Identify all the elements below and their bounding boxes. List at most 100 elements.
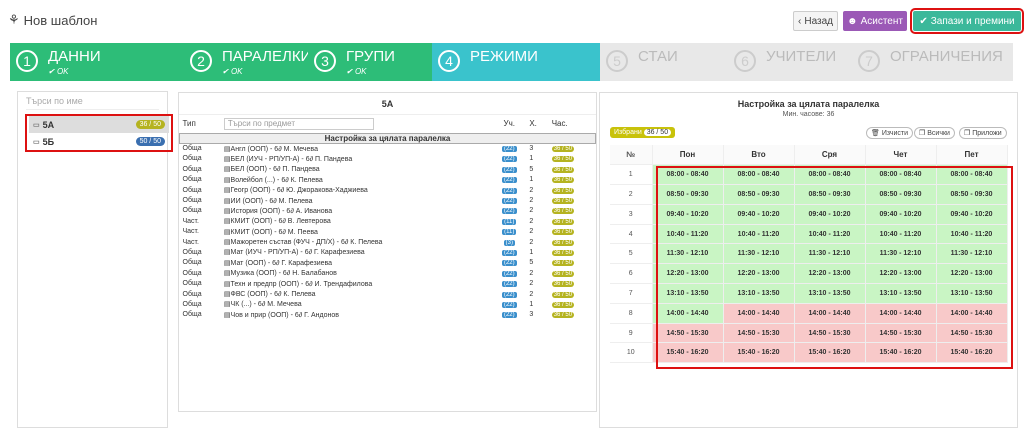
- time-slot-cell[interactable]: 08:00 - 08:40: [652, 164, 724, 186]
- time-slot-cell[interactable]: 10:40 - 11:20: [723, 224, 795, 245]
- subject-row[interactable]: Обща ▤Чов и прир (ООП) - 6∂ Г. Андонов (…: [180, 310, 596, 320]
- step-data[interactable]: 1 ДАННИ ✔ OK: [10, 43, 184, 81]
- apply-button[interactable]: ❐ Приложи: [959, 127, 1007, 139]
- time-slot-cell[interactable]: 14:50 - 15:30: [936, 323, 1008, 344]
- time-slot-cell[interactable]: 14:00 - 14:40: [865, 303, 937, 324]
- time-slot-cell[interactable]: 11:30 - 12:10: [723, 243, 795, 265]
- time-slot-row: 9 14:50 - 15:30 14:50 - 15:30 14:50 - 15:30…: [610, 323, 1008, 344]
- subject-row[interactable]: Обща ▤БЕЛ (ООП) - 6∂ П. Пандева (22) 5 3…: [180, 164, 596, 174]
- time-slot-cell[interactable]: 14:50 - 15:30: [865, 323, 937, 344]
- subject-row[interactable]: Обща ▤История (ООП) - 6∂ А. Иванова (22)…: [180, 206, 596, 216]
- subject-row[interactable]: Обща ▤Мат (ООП) - 6∂ Г. Карафезиева (22)…: [180, 258, 596, 268]
- step-constraints[interactable]: 7 ОГРАНИЧЕНИЯ: [852, 43, 1013, 81]
- favorites-badge[interactable]: Избрани 36 / 50: [610, 127, 676, 138]
- time-slot-cell[interactable]: 13:10 - 13:50: [723, 283, 795, 304]
- subject-row[interactable]: Обща ▤Англ (ООП) - 6∂ М. Мечева (22) 3 3…: [180, 143, 596, 153]
- time-slot-cell[interactable]: 08:00 - 08:40: [794, 164, 866, 186]
- time-slot-cell[interactable]: 14:50 - 15:30: [652, 323, 724, 344]
- all-button[interactable]: ❐ Всички: [914, 127, 955, 139]
- time-slot-cell[interactable]: 15:40 - 16:20: [936, 342, 1008, 364]
- time-slot-cell[interactable]: 08:50 - 09:30: [865, 184, 937, 205]
- subject-row[interactable]: Част. ▤КМИТ (ООП) - 6∂ М. Пеева (11) 2 3…: [180, 227, 596, 237]
- time-slot-cell[interactable]: 11:30 - 12:10: [652, 243, 724, 265]
- time-slot-cell[interactable]: 11:30 - 12:10: [794, 243, 866, 265]
- time-slot-cell[interactable]: 08:00 - 08:40: [865, 164, 937, 186]
- time-slot-cell[interactable]: 12:20 - 13:00: [794, 263, 866, 285]
- time-slot-cell[interactable]: 13:10 - 13:50: [652, 283, 724, 304]
- subject-row[interactable]: Част. ▤КМИТ (ООП) - 6∂ В. Левтерова (11)…: [180, 216, 596, 226]
- time-slot-cell[interactable]: 12:20 - 13:00: [652, 263, 724, 285]
- subject-row[interactable]: Обща ▤Геогр (ООП) - 6∂ Ю. Джоракова-Хадж…: [180, 185, 596, 195]
- book-icon: ▤: [223, 187, 231, 195]
- time-slot-cell[interactable]: 12:20 - 13:00: [936, 263, 1008, 285]
- subject-row[interactable]: Обща ▤БЕЛ (ИУЧ - РП/УП-А) - 6∂ П. Пандев…: [180, 154, 596, 164]
- time-slot-cell[interactable]: 14:50 - 15:30: [794, 323, 866, 344]
- students-badge: (22): [501, 281, 517, 288]
- time-slot-cell[interactable]: 14:00 - 14:40: [794, 303, 866, 324]
- subject-row[interactable]: Обща ▤Техн и предпр (ООП) - 6∂ И. Тренда…: [180, 278, 596, 288]
- time-slot-cell[interactable]: 09:40 - 10:20: [652, 204, 724, 225]
- back-button[interactable]: ‹ Назад: [793, 11, 838, 31]
- day-header: Пон: [652, 145, 724, 166]
- time-slot-cell[interactable]: 13:10 - 13:50: [865, 283, 937, 304]
- subject-row[interactable]: Обща ▤ЧК (...) - 6∂ М. Мечева (22) 1 36 …: [180, 299, 596, 309]
- hours-badge: 36 / 50: [551, 146, 575, 153]
- step-groups[interactable]: 3 ГРУПИ ✔ OK: [308, 43, 432, 81]
- subject-row[interactable]: Обща ▤ИИ (ООП) - 6∂ М. Пелева (22) 2 36 …: [180, 195, 596, 205]
- time-slot-cell[interactable]: 13:10 - 13:50: [936, 283, 1008, 304]
- book-icon: ▤: [223, 228, 231, 236]
- time-slot-row: 7 13:10 - 13:50 13:10 - 13:50 13:10 - 13:50…: [610, 283, 1008, 304]
- time-slot-cell[interactable]: 10:40 - 11:20: [794, 224, 866, 245]
- time-slot-cell[interactable]: 09:40 - 10:20: [794, 204, 866, 225]
- time-slot-cell[interactable]: 08:50 - 09:30: [723, 184, 795, 205]
- time-slot-cell[interactable]: 15:40 - 16:20: [652, 342, 724, 364]
- subject-row[interactable]: Обща ▤Волейбол (...) - 6∂ К. Пелева (22)…: [180, 175, 596, 185]
- time-slot-cell[interactable]: 14:00 - 14:40: [936, 303, 1008, 324]
- time-slot-cell[interactable]: 08:50 - 09:30: [936, 184, 1008, 205]
- time-slot-cell[interactable]: 08:50 - 09:30: [794, 184, 866, 205]
- time-slot-cell[interactable]: 12:20 - 13:00: [723, 263, 795, 285]
- subject-row[interactable]: Обща ▤Музика (ООП) - 6∂ Н. Балабанов (22…: [180, 268, 596, 278]
- time-slot-cell[interactable]: 14:50 - 15:30: [723, 323, 795, 344]
- subject-search-input[interactable]: Търси по предмет: [223, 117, 374, 130]
- time-slot-cell[interactable]: 09:40 - 10:20: [865, 204, 937, 225]
- time-slot-cell[interactable]: 08:00 - 08:40: [723, 164, 795, 186]
- time-slot-cell[interactable]: 13:10 - 13:50: [794, 283, 866, 304]
- page-title: ⚘ Нов шаблон: [8, 12, 98, 28]
- students-badge: (22): [501, 146, 517, 153]
- time-slot-cell[interactable]: 09:40 - 10:20: [936, 204, 1008, 225]
- time-slot-cell[interactable]: 10:40 - 11:20: [936, 224, 1008, 245]
- time-slot-cell[interactable]: 09:40 - 10:20: [723, 204, 795, 225]
- time-slot-cell[interactable]: 10:40 - 11:20: [652, 224, 724, 245]
- subject-row[interactable]: Обща ▤Мат (ИУЧ - РП/УП-А) - 6∂ Г. Карафе…: [180, 247, 596, 257]
- class-item-5a[interactable]: ▭ 5А 36 / 50: [29, 116, 169, 133]
- class-item-5b[interactable]: ▭ 5Б 50 / 50: [29, 133, 169, 150]
- time-slot-cell[interactable]: 12:20 - 13:00: [865, 263, 937, 285]
- time-slot-cell[interactable]: 14:00 - 14:40: [652, 303, 724, 324]
- day-header: Чет: [865, 145, 937, 166]
- assistant-button[interactable]: ☻ Асистент: [843, 11, 907, 31]
- time-slot-cell[interactable]: 11:30 - 12:10: [865, 243, 937, 265]
- time-slot-cell[interactable]: 15:40 - 16:20: [794, 342, 866, 364]
- hours-badge: 36 / 50: [551, 312, 575, 319]
- step-teachers[interactable]: 6 УЧИТЕЛИ: [728, 43, 852, 81]
- time-slot-cell[interactable]: 15:40 - 16:20: [723, 342, 795, 364]
- step-rooms[interactable]: 5 СТАИ: [600, 43, 728, 81]
- hours-badge: 36 / 50: [551, 166, 575, 173]
- step-modes[interactable]: 4 РЕЖИМИ: [432, 43, 600, 81]
- step-classes[interactable]: 2 ПАРАЛЕЛКИ ✔ OK: [184, 43, 308, 81]
- save-continue-button[interactable]: ✔ Запази и премини: [910, 8, 1024, 34]
- hours-badge: 36 / 50: [551, 187, 575, 194]
- subject-row[interactable]: Част. ▤Мажоретен състав (ФУЧ - ДП/Х) - 6…: [180, 237, 596, 247]
- time-slot-cell[interactable]: 11:30 - 12:10: [936, 243, 1008, 265]
- time-slot-cell[interactable]: 08:50 - 09:30: [652, 184, 724, 205]
- subject-row[interactable]: Обща ▤ФВС (ООП) - 6∂ К. Пелева (22) 2 36…: [180, 289, 596, 299]
- class-search-input[interactable]: Търси по име: [26, 96, 159, 110]
- time-slot-cell[interactable]: 08:00 - 08:40: [936, 164, 1008, 186]
- time-slot-row: 2 08:50 - 09:30 08:50 - 09:30 08:50 - 09:30…: [610, 184, 1008, 205]
- students-badge: (22): [501, 177, 517, 184]
- time-slot-cell[interactable]: 10:40 - 11:20: [865, 224, 937, 245]
- time-slot-cell[interactable]: 14:00 - 14:40: [723, 303, 795, 324]
- time-slot-cell[interactable]: 15:40 - 16:20: [865, 342, 937, 364]
- clear-button[interactable]: 🗑 Изчисти: [866, 127, 914, 139]
